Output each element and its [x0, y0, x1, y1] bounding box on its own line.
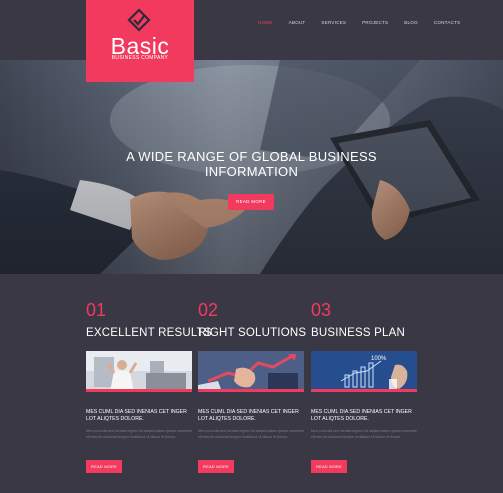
feature-read-more-button[interactable]: READ MORE: [86, 460, 122, 473]
logo-subtitle: BUSINESS COMPANY: [111, 55, 169, 61]
feature-image[interactable]: [198, 351, 304, 392]
feature-body: Mes cuml dia sed inenias ingerto lot ali…: [86, 429, 192, 439]
feature-number: 02: [198, 300, 219, 320]
nav-item-about[interactable]: ABOUT: [281, 20, 314, 25]
hero-title-line1: A WIDE RANGE OF GLOBAL BUSINESS: [126, 149, 377, 164]
feature-read-more-button[interactable]: READ MORE: [311, 460, 347, 473]
hero-banner: A WIDE RANGE OF GLOBAL BUSINESS INFORMAT…: [0, 60, 503, 274]
feature-heading: MES CUML DIA SED INENIAS CET INGER LOT A…: [198, 409, 299, 422]
business-growth-chart-image: [198, 351, 304, 392]
feature-image-accent-bar: [198, 389, 304, 392]
business-plan-graphic-image: 100%: [311, 351, 417, 392]
nav-item-contacts[interactable]: CONTACTS: [426, 20, 469, 25]
feature-body: Mes cuml dia sed inenias ingerto lot ali…: [198, 429, 304, 439]
feature-read-more-button[interactable]: READ MORE: [198, 460, 234, 473]
logo[interactable]: Basic BUSINESS COMPANY: [86, 0, 194, 82]
main-nav: HOME ABOUT SERVICES PROJECTS BLOG CONTAC…: [250, 20, 468, 25]
feature-column-3: 03 BUSINESS PLAN 100% MES CUML DIA SED I…: [311, 300, 417, 473]
feature-body: Mes cuml dia sed inenias ingerto lot ali…: [311, 429, 417, 439]
feature-column-1: 01 EXCELLENT RESULTS MES CUML DIA SED IN…: [86, 300, 212, 473]
feature-image-accent-bar: [86, 389, 192, 392]
feature-image[interactable]: [86, 351, 192, 392]
hero-read-more-button[interactable]: READ MORE: [228, 194, 274, 210]
nav-item-projects[interactable]: PROJECTS: [354, 20, 396, 25]
diamond-check-icon: [127, 8, 151, 32]
nav-item-blog[interactable]: BLOG: [396, 20, 426, 25]
feature-image[interactable]: 100%: [311, 351, 417, 392]
feature-title: EXCELLENT RESULTS: [86, 327, 212, 339]
celebrating-businessman-image: [86, 351, 192, 392]
feature-heading: MES CUML DIA SED INENIAS CET INGER LOT A…: [311, 409, 412, 422]
site-header: HOME ABOUT SERVICES PROJECTS BLOG CONTAC…: [0, 0, 503, 60]
feature-title: BUSINESS PLAN: [311, 327, 405, 339]
feature-number: 01: [86, 300, 107, 320]
nav-item-services[interactable]: SERVICES: [313, 20, 354, 25]
feature-column-2: 02 RIGHT SOLUTIONS MES CUML DIA SED INEN…: [198, 300, 307, 473]
feature-heading: MES CUML DIA SED INENIAS CET INGER LOT A…: [86, 409, 187, 422]
hero-title-line2: INFORMATION: [204, 164, 299, 179]
feature-image-accent-bar: [311, 389, 417, 392]
image-label-100: 100%: [371, 356, 387, 362]
nav-item-home[interactable]: HOME: [250, 20, 281, 25]
feature-title: RIGHT SOLUTIONS: [198, 327, 307, 339]
feature-number: 03: [311, 300, 332, 320]
